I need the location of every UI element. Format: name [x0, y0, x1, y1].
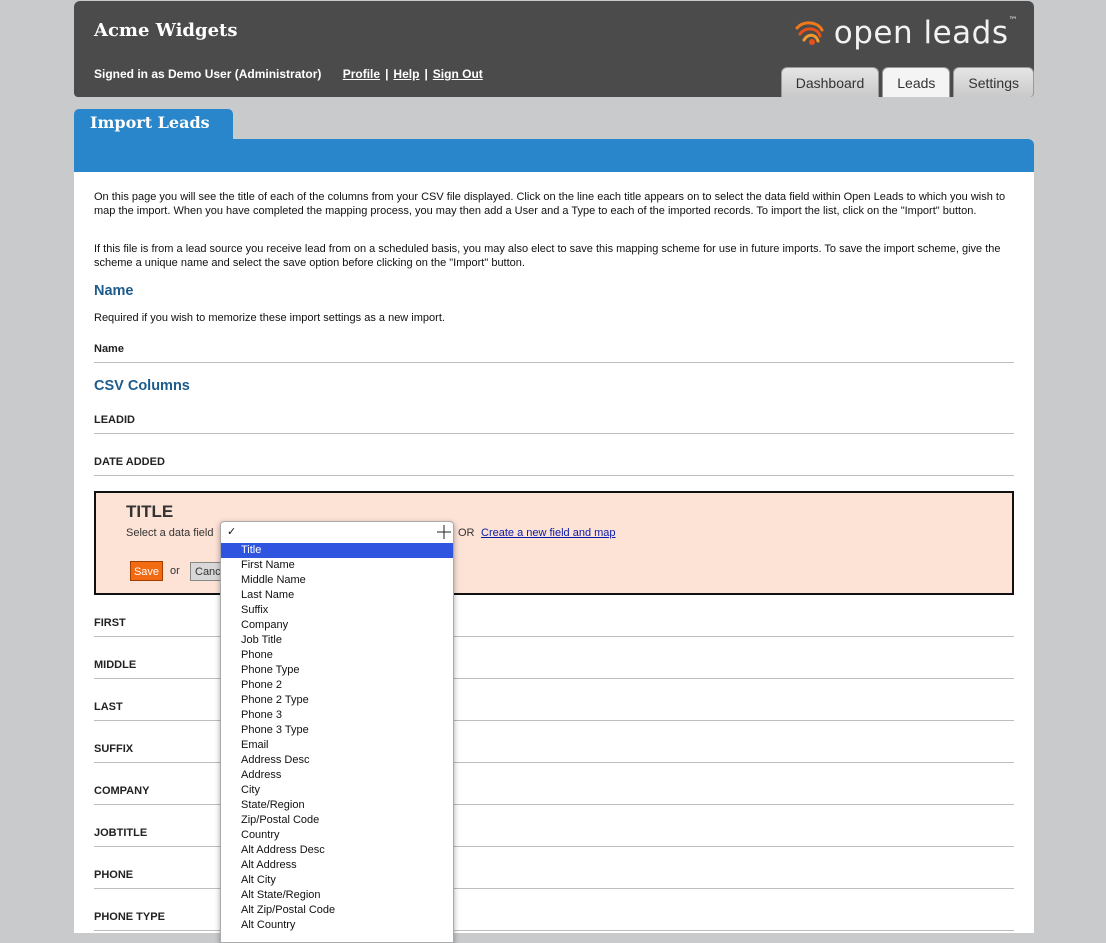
signed-in-text: Signed in as Demo User (Administrator) [94, 67, 322, 81]
csv-column-label: SUFFIX [94, 743, 134, 755]
dropdown-option[interactable]: Address Desc [221, 753, 453, 768]
checkmark-icon: ✓ [227, 526, 237, 538]
tab-leads[interactable]: Leads [882, 67, 951, 97]
dropdown-option[interactable]: Alt Country [221, 918, 453, 933]
user-links: Profile | Help | Sign Out [343, 67, 483, 81]
title-band [74, 139, 1034, 172]
dropdown-option[interactable]: Job Title [221, 633, 453, 648]
csv-column-label: LAST [94, 701, 123, 713]
csv-column-row[interactable]: DATE ADDED [94, 456, 1014, 476]
dropdown-option[interactable]: Suffix [221, 603, 453, 618]
name-help-text: Required if you wish to memorize these i… [94, 312, 445, 324]
dropdown-option[interactable]: Phone 2 [221, 678, 453, 693]
user-bar: Signed in as Demo User (Administrator) P… [94, 67, 483, 81]
create-field-link[interactable]: Create a new field and map [481, 527, 616, 539]
dropdown-option[interactable]: Middle Name [221, 573, 453, 588]
help-link[interactable]: Help [393, 67, 419, 81]
data-field-dropdown[interactable]: ✓ Title First Name Middle Name Last Name Suf… [220, 521, 454, 943]
csv-column-label: PHONE TYPE [94, 911, 165, 923]
dropdown-option[interactable]: City [221, 783, 453, 798]
dropdown-option[interactable]: Address [221, 768, 453, 783]
logo-trademark: ™ [1008, 16, 1018, 26]
csv-column-label: JOBTITLE [94, 827, 148, 839]
csv-column-row[interactable]: LEADID [94, 414, 1014, 434]
csv-column-label: DATE ADDED [94, 456, 165, 468]
dropdown-option[interactable]: Phone Type [221, 663, 453, 678]
csv-column-label: LEADID [94, 414, 135, 426]
dropdown-option[interactable]: Email [221, 738, 453, 753]
swirl-logo-icon [795, 21, 824, 45]
dropdown-option[interactable]: Last Name [221, 588, 453, 603]
company-name: Acme Widgets [94, 20, 238, 41]
main-content: On this page you will see the title of e… [74, 172, 1034, 933]
dropdown-option[interactable]: Phone 3 Type [221, 723, 453, 738]
dropdown-option[interactable]: Alt Zip/Postal Code [221, 903, 453, 918]
dropdown-option[interactable]: First Name [221, 558, 453, 573]
dropdown-option[interactable]: Alt Address Desc [221, 843, 453, 858]
intro-paragraph: If this file is from a lead source you r… [94, 243, 1001, 269]
dropdown-option[interactable]: Phone [221, 648, 453, 663]
dropdown-current-value[interactable]: ✓ [221, 522, 453, 543]
csv-column-label: FIRST [94, 617, 126, 629]
intro-paragraph: On this page you will see the title of e… [94, 191, 1006, 217]
page-title: Import Leads [74, 109, 233, 140]
name-field-row[interactable]: Name [94, 343, 1014, 363]
csv-column-label: MIDDLE [94, 659, 137, 671]
dropdown-option[interactable]: Country [221, 828, 453, 843]
dropdown-option[interactable]: Alt City [221, 873, 453, 888]
crosshair-cursor-icon [437, 525, 451, 539]
csv-column-label: COMPANY [94, 785, 150, 797]
select-field-prompt: Select a data field [126, 527, 214, 539]
link-separator: | [385, 67, 389, 81]
profile-link[interactable]: Profile [343, 67, 380, 81]
main-tabs: Dashboard Leads Settings [778, 67, 1034, 97]
dropdown-option[interactable]: Alt Address [221, 858, 453, 873]
dropdown-option[interactable]: Company [221, 618, 453, 633]
dropdown-option[interactable]: Title [221, 543, 453, 558]
or-text: OR [458, 527, 475, 539]
csv-section-title: CSV Columns [94, 378, 190, 394]
sign-out-link[interactable]: Sign Out [433, 67, 483, 81]
dropdown-option[interactable]: Alt State/Region [221, 888, 453, 903]
open-leads-logo: open leads ™ [794, 15, 1018, 51]
editor-column-title: TITLE [126, 502, 174, 521]
name-field-label: Name [94, 343, 124, 355]
dropdown-option[interactable]: Phone 3 [221, 708, 453, 723]
tab-dashboard[interactable]: Dashboard [780, 67, 880, 97]
csv-column-label: PHONE [94, 869, 134, 881]
logo-text: open leads [833, 15, 1009, 51]
or-text: or [170, 565, 180, 577]
name-section-title: Name [94, 283, 134, 299]
link-separator: | [424, 67, 428, 81]
dropdown-option[interactable]: State/Region [221, 798, 453, 813]
dropdown-options: Title First Name Middle Name Last Name Suffi… [221, 543, 453, 933]
save-button[interactable]: Save [130, 561, 163, 581]
dropdown-option[interactable]: Zip/Postal Code [221, 813, 453, 828]
tab-settings[interactable]: Settings [953, 67, 1034, 97]
dropdown-option[interactable]: Phone 2 Type [221, 693, 453, 708]
app-header: Acme Widgets Signed in as Demo User (Adm… [74, 1, 1034, 97]
